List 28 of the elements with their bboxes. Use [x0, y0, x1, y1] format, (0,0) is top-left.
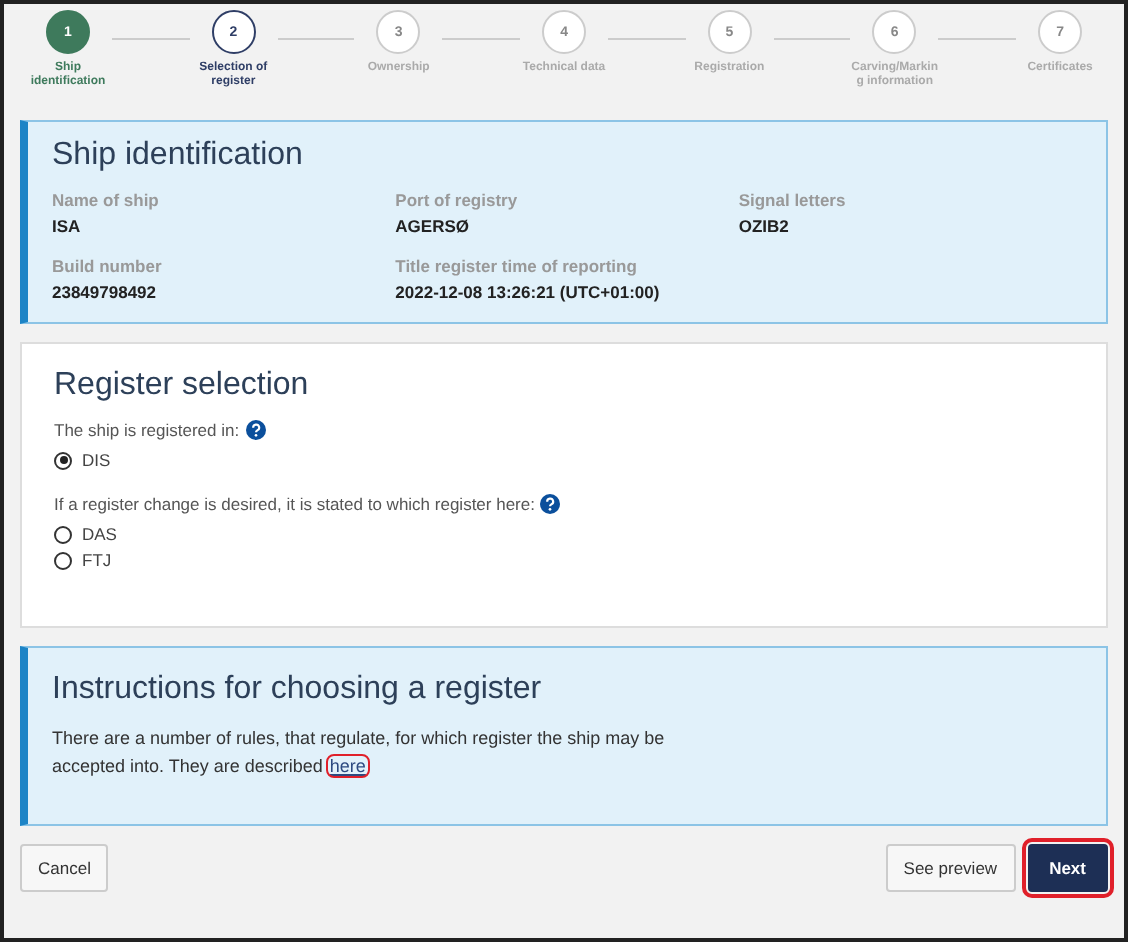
field-value: OZIB2 — [738, 216, 791, 236]
panel-title: Register selection — [54, 368, 311, 404]
radio-label: DAS — [82, 524, 117, 544]
see-preview-button[interactable]: See preview — [885, 844, 1016, 892]
radio-button[interactable] — [54, 551, 72, 569]
field-value: 2022-12-08 13:26:21 (UTC+01:00) — [395, 282, 662, 302]
radio-label: DIS — [82, 450, 111, 470]
field-label: Signal letters — [738, 190, 848, 210]
next-button[interactable]: Next — [1027, 844, 1108, 892]
field-label: Port of registry — [395, 190, 520, 210]
here-link[interactable]: here — [327, 756, 368, 777]
instructions-text: There are a number of rules, that regulate, for which register the ship may be accepted into. They are described here — [52, 726, 667, 781]
panel-title: Ship identification — [52, 138, 305, 174]
question-text: If a register change is desired, it is stated to which register here: — [54, 494, 535, 514]
radio-label: FTJ — [82, 550, 112, 570]
radio-button[interactable] — [54, 525, 72, 543]
field-value: 23849798492 — [52, 282, 159, 302]
field-label: Name of ship — [52, 190, 161, 210]
field-label: Title register time of reporting — [395, 256, 639, 276]
panel-title: Instructions for choosing a register — [52, 672, 544, 708]
cancel-button[interactable]: Cancel — [20, 844, 109, 892]
radio-button[interactable] — [54, 451, 72, 469]
help-icon[interactable] — [540, 494, 561, 514]
field-label: Build number — [52, 256, 164, 276]
field-value: AGERSØ — [395, 216, 471, 236]
help-icon[interactable] — [245, 420, 266, 440]
question-text: The ship is registered in: — [54, 420, 240, 440]
field-value: ISA — [52, 216, 83, 236]
